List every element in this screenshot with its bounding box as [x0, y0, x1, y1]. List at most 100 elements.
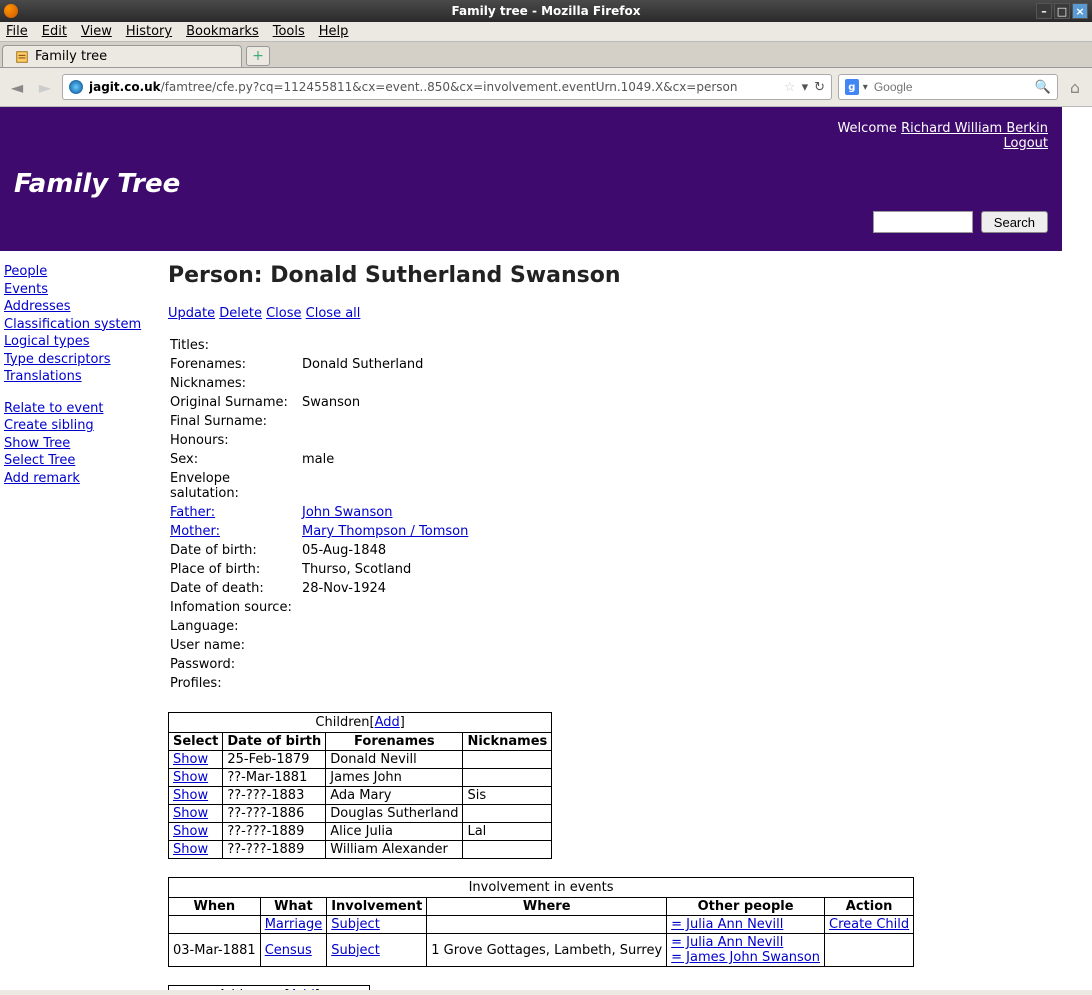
detail-row: Final Surname:: [170, 413, 468, 430]
child-select-cell[interactable]: Show: [169, 769, 223, 787]
detail-label[interactable]: Mother:: [170, 523, 300, 540]
detail-label: Titles:: [170, 337, 300, 354]
event-others-cell: = Julia Ann Nevill: [667, 916, 825, 934]
menu-file[interactable]: File: [6, 24, 28, 39]
menu-tools[interactable]: Tools: [273, 24, 305, 39]
event-what-cell[interactable]: Marriage: [260, 916, 326, 934]
action-update[interactable]: Update: [168, 306, 215, 321]
child-select-cell[interactable]: Show: [169, 787, 223, 805]
events-header-other-people: Other people: [667, 898, 825, 916]
sidebar-item-addresses[interactable]: Addresses: [4, 298, 164, 316]
search-engine-input[interactable]: [872, 79, 1031, 95]
bookmark-star-icon[interactable]: ☆: [784, 80, 796, 95]
site-search-button[interactable]: Search: [981, 211, 1048, 233]
event-where-cell: [427, 916, 667, 934]
detail-row: User name:: [170, 637, 468, 654]
other-person-link[interactable]: = James John Swanson: [671, 950, 820, 965]
sidebar-item-events[interactable]: Events: [4, 281, 164, 299]
site-identity-icon[interactable]: [69, 80, 83, 94]
detail-value: 28-Nov-1924: [302, 580, 468, 597]
welcome-block: Welcome Richard William Berkin Logout: [14, 121, 1048, 151]
detail-row: Mother:Mary Thompson / Tomson: [170, 523, 468, 540]
event-what-cell[interactable]: Census: [260, 934, 326, 967]
events-header-action: Action: [825, 898, 914, 916]
detail-label: Original Surname:: [170, 394, 300, 411]
table-row: Show??-???-1883Ada MarySis: [169, 787, 552, 805]
sidebar-item-type-descriptors[interactable]: Type descriptors: [4, 351, 164, 369]
detail-label: Forenames:: [170, 356, 300, 373]
sidebar-item-select-tree[interactable]: Select Tree: [4, 452, 164, 470]
child-select-cell[interactable]: Show: [169, 751, 223, 769]
detail-value: [302, 470, 468, 502]
detail-value: 05-Aug-1848: [302, 542, 468, 559]
sidebar-item-relate-to-event[interactable]: Relate to event: [4, 400, 164, 418]
child-select-cell[interactable]: Show: [169, 841, 223, 859]
child-select-cell[interactable]: Show: [169, 823, 223, 841]
detail-label: Sex:: [170, 451, 300, 468]
addresses-caption: Addresses[Add]: [168, 985, 370, 990]
child-select-cell[interactable]: Show: [169, 805, 223, 823]
sidebar-item-translations[interactable]: Translations: [4, 368, 164, 386]
forward-button[interactable]: ►: [34, 76, 56, 98]
detail-label: Date of death:: [170, 580, 300, 597]
menu-view[interactable]: View: [81, 24, 112, 39]
children-header-nicknames: Nicknames: [463, 733, 552, 751]
detail-label: Nicknames:: [170, 375, 300, 392]
back-button[interactable]: ◄: [6, 76, 28, 98]
addresses-add-link[interactable]: Add: [290, 988, 315, 990]
children-add-link[interactable]: Add: [375, 715, 400, 730]
sidebar-item-people[interactable]: People: [4, 263, 164, 281]
history-dropdown-icon[interactable]: ▾: [802, 80, 809, 95]
child-forenames-cell: William Alexander: [326, 841, 463, 859]
child-forenames-cell: Alice Julia: [326, 823, 463, 841]
window-titlebar: Family tree - Mozilla Firefox – □ ×: [0, 0, 1092, 22]
search-engine-dropdown-icon[interactable]: ▾: [863, 82, 868, 93]
window-close-button[interactable]: ×: [1072, 3, 1088, 19]
window-maximize-button[interactable]: □: [1054, 3, 1070, 19]
table-row: Show25-Feb-1879Donald Nevill: [169, 751, 552, 769]
reload-button[interactable]: ↻: [814, 80, 825, 95]
detail-value[interactable]: John Swanson: [302, 504, 468, 521]
addresses-table: Addresses[Add] Select Where From Until N…: [168, 985, 370, 990]
other-person-link[interactable]: = Julia Ann Nevill: [671, 917, 783, 932]
detail-row: Envelope salutation:: [170, 470, 468, 502]
detail-row: Nicknames:: [170, 375, 468, 392]
menu-bookmarks[interactable]: Bookmarks: [186, 24, 259, 39]
window-minimize-button[interactable]: –: [1036, 3, 1052, 19]
child-nick-cell: Lal: [463, 823, 552, 841]
menu-history[interactable]: History: [126, 24, 172, 39]
event-involvement-cell[interactable]: Subject: [327, 934, 427, 967]
google-icon[interactable]: g: [845, 79, 859, 95]
action-close-all[interactable]: Close all: [306, 306, 361, 321]
logout-link[interactable]: Logout: [1003, 136, 1048, 151]
sidebar-item-add-remark[interactable]: Add remark: [4, 470, 164, 488]
event-involvement-cell[interactable]: Subject: [327, 916, 427, 934]
children-table: Children[Add] Select Date of birth Foren…: [168, 712, 552, 859]
detail-label[interactable]: Father:: [170, 504, 300, 521]
sidebar-item-classification[interactable]: Classification system: [4, 316, 164, 334]
events-header-involvement: Involvement: [327, 898, 427, 916]
browser-tab[interactable]: Family tree: [2, 45, 242, 67]
site-title: Family Tree: [14, 169, 1048, 199]
search-icon[interactable]: 🔍: [1035, 80, 1051, 95]
detail-value[interactable]: Mary Thompson / Tomson: [302, 523, 468, 540]
event-action-link[interactable]: Create Child: [829, 917, 909, 932]
action-close[interactable]: Close: [266, 306, 301, 321]
user-link[interactable]: Richard William Berkin: [901, 121, 1048, 136]
action-delete[interactable]: Delete: [219, 306, 262, 321]
page-title: Person: Donald Sutherland Swanson: [168, 263, 988, 288]
children-caption: Children[Add]: [168, 712, 552, 732]
other-person-link[interactable]: = Julia Ann Nevill: [671, 935, 783, 950]
home-button[interactable]: ⌂: [1064, 76, 1086, 98]
url-bar[interactable]: jagit.co.uk/famtree/cfe.py?cq=112455811&…: [62, 74, 832, 100]
site-search-input[interactable]: [873, 211, 973, 233]
event-where-cell: 1 Grove Gottages, Lambeth, Surrey: [427, 934, 667, 967]
child-forenames-cell: James John: [326, 769, 463, 787]
sidebar-item-create-sibling[interactable]: Create sibling: [4, 417, 164, 435]
sidebar-item-show-tree[interactable]: Show Tree: [4, 435, 164, 453]
menu-edit[interactable]: Edit: [42, 24, 67, 39]
menu-help[interactable]: Help: [319, 24, 349, 39]
sidebar-item-logical-types[interactable]: Logical types: [4, 333, 164, 351]
search-engine-box[interactable]: g ▾ 🔍: [838, 74, 1058, 100]
new-tab-button[interactable]: +: [246, 46, 270, 66]
